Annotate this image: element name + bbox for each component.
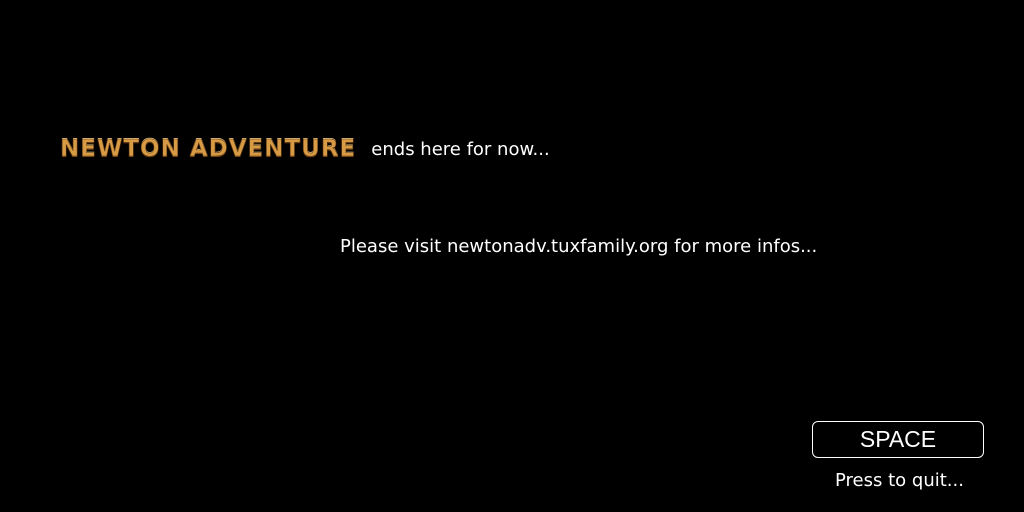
game-logo: NEWTON ADVENTURE: [60, 136, 357, 163]
quit-hint: Press to quit...: [835, 470, 964, 491]
title-suffix: ends here for now...: [371, 138, 550, 160]
visit-message: Please visit newtonadv.tuxfamily.org for…: [340, 236, 818, 257]
space-key-button[interactable]: SPACE: [812, 421, 984, 458]
title-row: NEWTON ADVENTURE ends here for now...: [60, 134, 550, 164]
